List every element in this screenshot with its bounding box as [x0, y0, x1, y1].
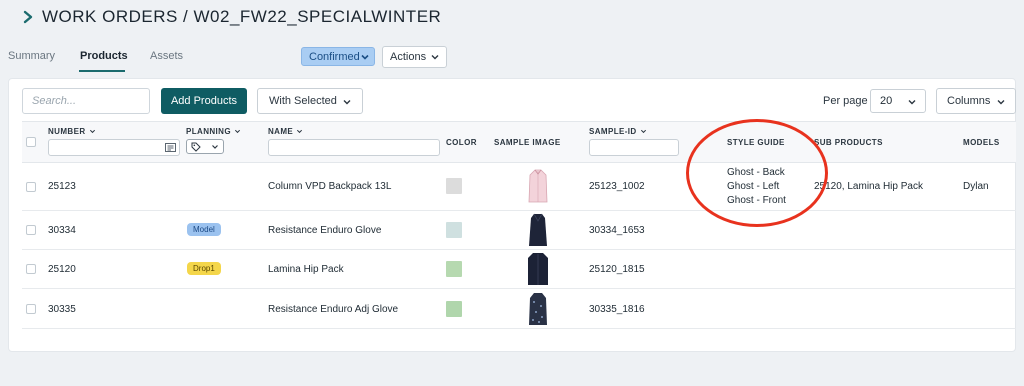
- sort-chevron-icon: [297, 129, 303, 134]
- column-header-sample-image: SAMPLE IMAGE: [494, 138, 561, 147]
- color-swatch: [446, 261, 462, 277]
- select-all-checkbox[interactable]: [26, 137, 36, 147]
- column-header-sample-id[interactable]: SAMPLE-ID: [589, 127, 647, 136]
- sample-image-thumbnail[interactable]: [528, 213, 548, 247]
- row-sample-id: 30335_1816: [589, 304, 645, 315]
- table-row[interactable]: [22, 250, 1016, 289]
- row-models: Dylan: [963, 181, 989, 192]
- style-guide-item: Ghost - Back: [727, 167, 785, 178]
- chevron-right-icon[interactable]: [20, 9, 36, 25]
- chevron-down-icon: [343, 100, 351, 105]
- tab-products[interactable]: Products: [80, 50, 128, 62]
- tab-bar: Summary Products Assets: [0, 40, 1024, 74]
- per-page-select[interactable]: 20: [870, 89, 926, 113]
- actions-dropdown[interactable]: Actions: [382, 46, 447, 68]
- planning-tag-filter[interactable]: [186, 139, 224, 154]
- with-selected-dropdown[interactable]: With Selected: [257, 88, 363, 114]
- table-row[interactable]: [22, 211, 1016, 250]
- row-sample-id: 25123_1002: [589, 181, 645, 192]
- name-filter-input[interactable]: [268, 139, 440, 156]
- row-name[interactable]: Resistance Enduro Adj Glove: [268, 304, 398, 315]
- columns-label: Columns: [947, 95, 991, 107]
- sample-image-thumbnail[interactable]: [527, 252, 549, 286]
- row-sample-id: 30334_1653: [589, 225, 645, 236]
- column-header-sub-products: SUB PRODUCTS: [814, 138, 883, 147]
- color-swatch: [446, 222, 462, 238]
- column-label: NUMBER: [48, 127, 86, 136]
- sort-chevron-icon: [640, 129, 646, 134]
- row-checkbox[interactable]: [26, 182, 36, 192]
- chevron-down-icon: [212, 145, 218, 149]
- color-swatch: [446, 301, 462, 317]
- row-number[interactable]: 30334: [48, 225, 76, 236]
- per-page-label: Per page: [823, 95, 868, 107]
- active-tab-indicator: [79, 70, 125, 72]
- chevron-down-icon: [908, 100, 916, 105]
- number-filter-input[interactable]: [48, 139, 180, 156]
- row-number[interactable]: 25123: [48, 181, 76, 192]
- sort-chevron-icon: [89, 129, 95, 134]
- row-name[interactable]: Lamina Hip Pack: [268, 264, 344, 275]
- per-page-value: 20: [880, 95, 893, 107]
- sample-image-thumbnail[interactable]: [528, 169, 548, 203]
- column-header-planning[interactable]: PLANNING: [186, 127, 241, 136]
- columns-dropdown[interactable]: Columns: [936, 88, 1016, 114]
- row-number[interactable]: 25120: [48, 264, 76, 275]
- style-guide-item: Ghost - Front: [727, 195, 786, 206]
- column-label: SAMPLE-ID: [589, 127, 637, 136]
- actions-label: Actions: [390, 51, 427, 63]
- chevron-down-icon: [431, 55, 439, 60]
- column-header-style-guide: STYLE GUIDE: [727, 138, 785, 147]
- planning-badge: Drop1: [187, 262, 221, 275]
- column-header-color: COLOR: [446, 138, 477, 147]
- column-label: NAME: [268, 127, 294, 136]
- add-products-button[interactable]: Add Products: [161, 88, 247, 114]
- column-label: PLANNING: [186, 127, 231, 136]
- search-input[interactable]: [22, 88, 150, 114]
- color-swatch: [446, 178, 462, 194]
- row-checkbox[interactable]: [26, 225, 36, 235]
- tab-assets[interactable]: Assets: [150, 50, 183, 62]
- planning-badge: Model: [187, 223, 221, 236]
- style-guide-item: Ghost - Left: [727, 181, 780, 192]
- status-dropdown[interactable]: Confirmed: [301, 47, 375, 66]
- chevron-down-icon: [997, 100, 1005, 105]
- row-sub-products: 25120, Lamina Hip Pack: [814, 181, 923, 192]
- table-row[interactable]: [22, 289, 1016, 329]
- column-header-number[interactable]: NUMBER: [48, 127, 96, 136]
- chevron-down-icon: [361, 54, 369, 60]
- page-title: WORK ORDERS / W02_FW22_SPECIALWINTER: [42, 7, 442, 26]
- sort-chevron-icon: [234, 129, 241, 134]
- row-number[interactable]: 30335: [48, 304, 76, 315]
- row-checkbox[interactable]: [26, 264, 36, 274]
- tag-icon: [191, 142, 201, 152]
- column-header-name[interactable]: NAME: [268, 127, 303, 136]
- row-name[interactable]: Column VPD Backpack 13L: [268, 181, 391, 192]
- row-sample-id: 25120_1815: [589, 264, 645, 275]
- sample-image-thumbnail[interactable]: [528, 292, 548, 326]
- id-card-icon: [165, 143, 176, 152]
- sample-id-filter-input[interactable]: [589, 139, 679, 156]
- tab-summary[interactable]: Summary: [8, 50, 55, 62]
- row-checkbox[interactable]: [26, 304, 36, 314]
- with-selected-label: With Selected: [269, 95, 337, 107]
- page-header: WORK ORDERS / W02_FW22_SPECIALWINTER: [0, 0, 1024, 38]
- row-name[interactable]: Resistance Enduro Glove: [268, 225, 381, 236]
- column-header-models: MODELS: [963, 138, 1000, 147]
- status-label: Confirmed: [309, 50, 360, 63]
